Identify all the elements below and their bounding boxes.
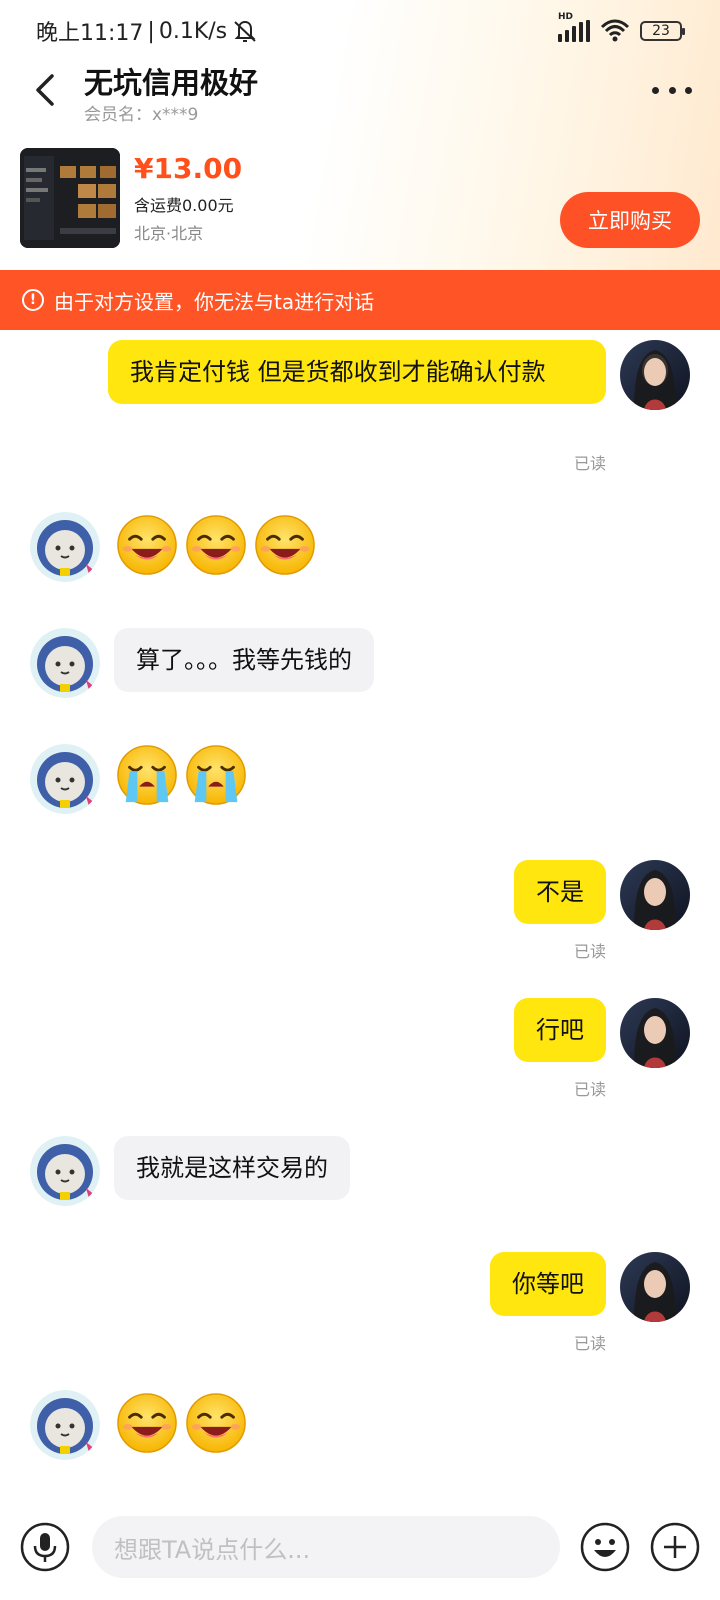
product-price: ¥13.00 (134, 152, 243, 185)
their-message-bubble[interactable]: 算了。。。我等先钱的 (114, 628, 374, 692)
network-speed: 0.1K/s (158, 18, 228, 44)
seller-avatar[interactable] (30, 512, 100, 582)
emoji-group (116, 744, 247, 806)
status-separator: | (147, 18, 155, 44)
product-card[interactable]: ¥13.00 含运费0.00元 北京·北京 立即购买 (20, 148, 700, 248)
read-status: 已读 (573, 454, 606, 473)
message-input[interactable]: 想跟TA说点什么... (92, 1516, 560, 1578)
grin-emoji-icon (186, 515, 246, 575)
seller-avatar[interactable] (30, 1390, 100, 1460)
warning-text: 由于对方设置，你无法与ta进行对话 (54, 289, 375, 314)
my-avatar[interactable] (620, 860, 690, 930)
my-message-bubble[interactable]: 行吧 (514, 998, 606, 1062)
status-right: HD 23 (558, 12, 685, 43)
seller-avatar[interactable] (30, 744, 100, 814)
message-row: 不是 已读 (0, 860, 720, 961)
my-avatar[interactable] (620, 1252, 690, 1322)
my-avatar[interactable] (620, 340, 690, 410)
shipping-info: 含运费0.00元 (134, 196, 234, 215)
message-row (0, 1390, 720, 1470)
emoji-group (116, 1392, 247, 1454)
their-message-bubble[interactable]: 我就是这样交易的 (114, 1136, 350, 1200)
warning-banner: ! 由于对方设置，你无法与ta进行对话 (0, 270, 720, 330)
buy-now-button[interactable]: 立即购买 (560, 192, 700, 248)
grin-emoji-icon (117, 1393, 177, 1453)
signal-icon: HD (558, 12, 590, 42)
my-message-bubble[interactable]: 我肯定付钱 但是货都收到才能确认付款 (108, 340, 606, 404)
chat-header: 无坑信用极好 会员名：x***9 (0, 58, 720, 128)
member-name: 会员名：x***9 (84, 105, 199, 125)
cry-emoji-icon (117, 745, 177, 805)
input-bar: 想跟TA说点什么... (0, 1508, 720, 1588)
status-bar: 晚上11:17 | 0.1K/s HD 23 (0, 0, 720, 62)
wifi-icon (600, 19, 630, 42)
my-message-bubble[interactable]: 你等吧 (490, 1252, 606, 1316)
emoji-picker-icon[interactable] (580, 1522, 630, 1572)
cry-emoji-icon (186, 745, 246, 805)
message-row (0, 744, 720, 824)
read-status: 已读 (573, 1080, 606, 1099)
hd-badge: HD (558, 12, 574, 22)
seller-avatar[interactable] (30, 628, 100, 698)
battery-level: 23 (652, 23, 670, 39)
back-arrow-icon[interactable] (28, 70, 68, 110)
more-options-icon[interactable] (652, 80, 692, 100)
product-thumbnail[interactable] (20, 148, 120, 248)
status-left: 晚上11:17 | 0.1K/s (36, 15, 259, 47)
message-row (0, 512, 720, 592)
message-row: 我就是这样交易的 (0, 1136, 720, 1216)
warning-icon: ! (22, 289, 44, 311)
add-more-icon[interactable] (650, 1522, 700, 1572)
status-time: 晚上11:17 (36, 21, 144, 46)
battery-icon: 23 (640, 21, 685, 41)
my-avatar[interactable] (620, 998, 690, 1068)
grin-emoji-icon (117, 515, 177, 575)
emoji-group (116, 514, 316, 576)
read-status: 已读 (573, 942, 606, 961)
message-row: 我肯定付钱 但是货都收到才能确认付款 已读 (0, 340, 720, 480)
message-row: 行吧 已读 (0, 998, 720, 1099)
mute-icon (234, 20, 256, 42)
grin-emoji-icon (255, 515, 315, 575)
message-row: 算了。。。我等先钱的 (0, 628, 720, 708)
chat-title: 无坑信用极好 (84, 66, 259, 100)
message-row: 你等吧 已读 (0, 1252, 720, 1353)
product-location: 北京·北京 (134, 224, 204, 243)
microphone-icon[interactable] (20, 1522, 70, 1572)
grin-emoji-icon (186, 1393, 246, 1453)
read-status: 已读 (573, 1334, 606, 1353)
seller-avatar[interactable] (30, 1136, 100, 1206)
my-message-bubble[interactable]: 不是 (514, 860, 606, 924)
